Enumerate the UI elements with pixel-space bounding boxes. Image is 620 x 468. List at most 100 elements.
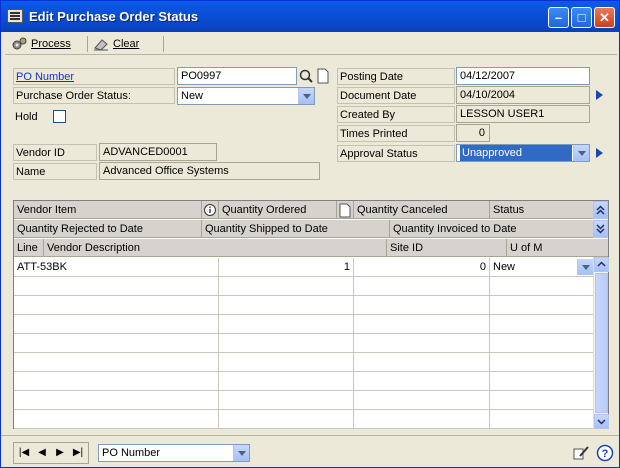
col-quantity-invoiced[interactable]: Quantity Invoiced to Date [390,220,594,238]
cell-quantity-ordered[interactable] [219,296,354,315]
window-title: Edit Purchase Order Status [29,9,199,24]
approval-status-select[interactable]: Unapproved [456,144,590,162]
previous-record-icon[interactable]: ◀ [35,446,49,460]
cell-vendor-item[interactable] [14,391,219,410]
cell-quantity-ordered[interactable] [219,334,354,353]
close-button[interactable]: ✕ [594,7,615,28]
po-number-link[interactable]: PO Number [13,68,175,85]
cell-status[interactable] [490,315,594,334]
note-icon[interactable] [337,201,354,219]
sort-by-select[interactable]: PO Number [98,444,250,462]
cell-quantity-canceled[interactable] [354,296,490,315]
col-quantity-ordered[interactable]: Quantity Ordered [219,201,337,219]
cell-quantity-canceled[interactable] [354,410,490,429]
cell-status[interactable] [490,410,594,429]
cell-status[interactable] [490,353,594,372]
chevron-down-icon[interactable] [233,445,249,461]
cell-status[interactable] [490,334,594,353]
col-quantity-canceled[interactable]: Quantity Canceled [354,201,490,219]
next-record-icon[interactable]: ▶ [53,446,67,460]
col-quantity-rejected[interactable]: Quantity Rejected to Date [14,220,202,238]
col-vendor-item[interactable]: Vendor Item [14,201,202,219]
cell-quantity-ordered[interactable] [219,391,354,410]
cell-vendor-item[interactable] [14,372,219,391]
table-row[interactable] [14,296,594,315]
cell-vendor-item[interactable]: ATT-53BK [14,258,219,277]
col-status[interactable]: Status [490,201,594,219]
minimize-button[interactable]: – [548,7,569,28]
posting-date-field[interactable]: 04/12/2007 [456,67,590,85]
approval-status-label: Approval Status [337,145,455,162]
table-row[interactable] [14,372,594,391]
record-navigator: |◀ ◀ ▶ ▶| [13,442,89,464]
cell-value: ATT-53BK [17,261,67,273]
grid-header-row-2: Quantity Rejected to Date Quantity Shipp… [14,220,594,238]
table-row[interactable] [14,334,594,353]
cell-quantity-canceled[interactable] [354,277,490,296]
table-row[interactable]: ATT-53BK 1 0 New [14,258,594,277]
chevron-down-icon[interactable] [298,88,314,104]
cell-quantity-canceled[interactable] [354,334,490,353]
cell-quantity-ordered[interactable] [219,353,354,372]
expand-rows-down-icon[interactable] [593,220,608,238]
po-number-field[interactable]: PO0997 [177,67,297,85]
cell-quantity-canceled[interactable] [354,315,490,334]
table-row[interactable] [14,410,594,429]
col-u-of-m[interactable]: U of M [507,239,594,257]
scroll-up-icon[interactable] [594,257,609,272]
cell-status[interactable] [490,296,594,315]
cell-status[interactable] [490,277,594,296]
table-row[interactable] [14,391,594,410]
document-date-expand-icon[interactable] [593,87,607,103]
cell-vendor-item[interactable] [14,334,219,353]
cell-vendor-item[interactable] [14,315,219,334]
col-vendor-description[interactable]: Vendor Description [44,239,387,257]
chevron-down-icon[interactable] [573,145,589,161]
hold-checkbox[interactable] [53,110,66,123]
po-status-select[interactable]: New [177,87,315,105]
help-icon[interactable]: ? [596,444,614,462]
cell-vendor-item[interactable] [14,277,219,296]
cell-vendor-item[interactable] [14,296,219,315]
expand-rows-up-icon[interactable] [593,201,608,219]
window-icon [7,9,23,23]
table-row[interactable] [14,315,594,334]
cell-quantity-canceled[interactable] [354,391,490,410]
last-record-icon[interactable]: ▶| [71,446,85,460]
maximize-button[interactable]: □ [571,7,592,28]
cell-status[interactable]: New [490,258,594,277]
cell-vendor-item[interactable] [14,410,219,429]
vendor-id-label: Vendor ID [13,144,97,161]
cell-status[interactable] [490,391,594,410]
col-quantity-shipped[interactable]: Quantity Shipped to Date [202,220,390,238]
note-pencil-icon[interactable] [572,444,590,462]
info-icon[interactable] [202,201,219,219]
new-document-icon[interactable] [315,67,331,85]
cell-quantity-ordered[interactable] [219,277,354,296]
chevron-down-icon[interactable] [577,259,593,275]
cell-status[interactable] [490,372,594,391]
col-site-id[interactable]: Site ID [387,239,507,257]
cell-quantity-ordered[interactable] [219,372,354,391]
cell-quantity-canceled[interactable] [354,353,490,372]
process-button[interactable]: Process [9,35,71,53]
grid-scrollbar[interactable] [593,257,609,429]
cell-quantity-canceled[interactable] [354,372,490,391]
clear-button[interactable]: Clear [91,35,139,53]
approval-status-expand-icon[interactable] [593,145,607,161]
scroll-down-icon[interactable] [594,414,609,429]
col-line[interactable]: Line [14,239,44,257]
navigation-bar: |◀ ◀ ▶ ▶| PO Number ? [1,435,619,467]
cell-quantity-ordered[interactable] [219,315,354,334]
created-by-field: LESSON USER1 [456,105,590,123]
title-bar[interactable]: Edit Purchase Order Status – □ ✕ [1,1,619,32]
lookup-icon[interactable] [298,67,314,85]
table-row[interactable] [14,277,594,296]
cell-quantity-ordered[interactable] [219,410,354,429]
first-record-icon[interactable]: |◀ [17,446,31,460]
cell-quantity-ordered[interactable]: 1 [219,258,354,277]
cell-vendor-item[interactable] [14,353,219,372]
cell-quantity-canceled[interactable]: 0 [354,258,490,277]
scroll-thumb[interactable] [595,273,608,413]
table-row[interactable] [14,353,594,372]
